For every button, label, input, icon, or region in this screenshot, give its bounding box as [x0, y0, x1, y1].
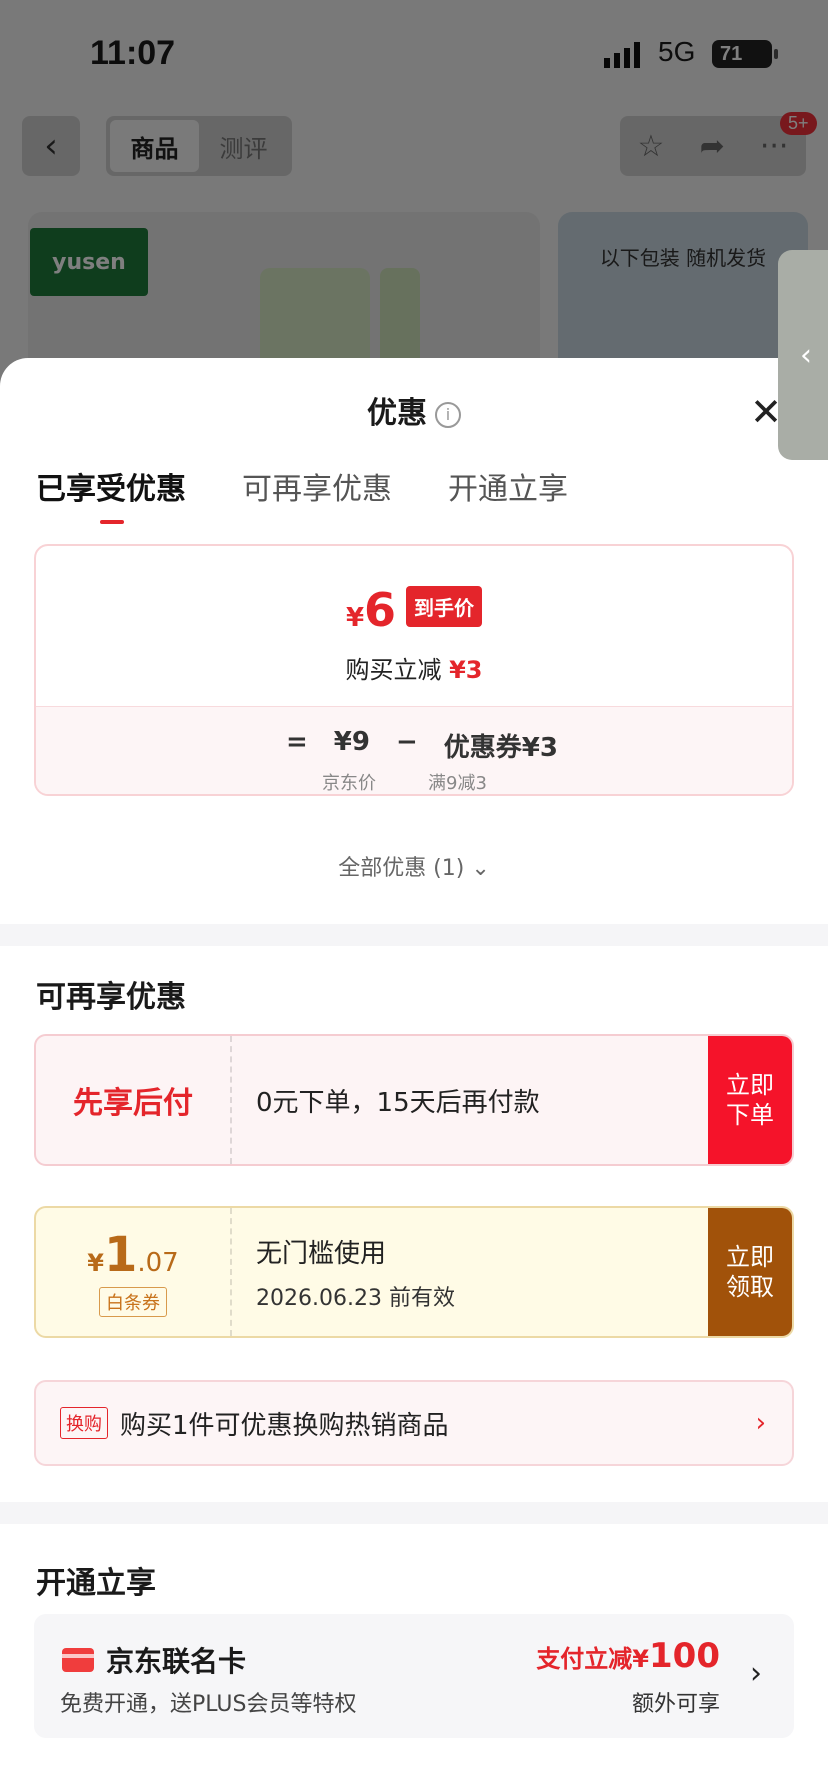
card-desc: 免费开通，送PLUS会员等特权	[60, 1692, 357, 1717]
baitiao-amount: ¥1.07	[87, 1227, 179, 1283]
baitiao-expiry: 2026.06.23 前有效	[256, 1285, 455, 1311]
jd-price-label: 京东价	[322, 773, 376, 794]
pay-later-title: 先享后付	[36, 1036, 232, 1164]
section-divider	[0, 924, 828, 946]
background-page: 11:07 5G 71 ‹ 商品 测评 ☆ ➦ ··· 5+ yusen 以下包…	[0, 0, 828, 412]
card-extra: 额外可享	[631, 1692, 720, 1717]
pay-later-desc: 0元下单，15天后再付款	[256, 1087, 540, 1118]
sheet-title-text: 优惠	[367, 396, 427, 431]
all-discounts-link[interactable]: 全部优惠 (1) ⌄	[0, 850, 828, 882]
dim-overlay[interactable]	[0, 0, 828, 400]
info-icon[interactable]: i	[435, 401, 461, 428]
coupon-amount: 优惠券¥3	[443, 733, 558, 763]
chevron-right-icon: ›	[750, 1656, 762, 1691]
claim-now-button[interactable]: 立即 领取	[708, 1208, 792, 1336]
section-title-open: 开通立享	[36, 1566, 156, 1601]
price-breakdown: = ¥9 − 优惠券¥3 京东价 满9减3	[36, 706, 792, 794]
discount-sheet: 优惠 i ✕ 已享受优惠 可再享优惠 开通立享 ¥6 到手价 购买立减 ¥3 = …	[0, 358, 828, 1792]
final-price: ¥6	[345, 583, 397, 637]
tab-more-discounts[interactable]: 可再享优惠	[242, 464, 392, 508]
chevron-down-icon: ⌄	[471, 856, 490, 881]
section-title-more: 可再享优惠	[36, 980, 186, 1015]
price-card: ¥6 到手价 购买立减 ¥3 = ¥9 − 优惠券¥3 京东价 满9减3	[34, 544, 794, 796]
coupon-rule: 满9减3	[428, 773, 487, 794]
tab-open-enjoy[interactable]: 开通立享	[448, 464, 568, 508]
swap-purchase-row[interactable]: 换购 购买1件可优惠换购热销商品 ›	[34, 1380, 794, 1466]
co-branded-card-row[interactable]: 京东联名卡 免费开通，送PLUS会员等特权 支付立减¥100 额外可享 ›	[34, 1614, 794, 1738]
section-divider	[0, 1502, 828, 1524]
baitiao-coupon[interactable]: ¥1.07 白条券 无门槛使用 2026.06.23 前有效 立即 领取	[34, 1206, 794, 1338]
chevron-right-icon: ›	[755, 1408, 766, 1438]
swap-tag: 换购	[60, 1407, 108, 1439]
final-price-tag: 到手价	[406, 586, 483, 627]
card-promo: 支付立减¥100	[536, 1636, 720, 1676]
equals-sign: =	[286, 727, 308, 757]
order-now-button[interactable]: 立即 下单	[708, 1036, 792, 1164]
tab-enjoyed[interactable]: 已享受优惠	[36, 464, 186, 524]
baitiao-condition: 无门槛使用	[256, 1238, 387, 1269]
side-drawer-handle[interactable]: ‹	[778, 250, 828, 460]
baitiao-tag: 白条券	[99, 1287, 167, 1317]
sheet-tabs: 已享受优惠 可再享优惠 开通立享	[36, 464, 568, 524]
credit-card-icon	[62, 1648, 94, 1672]
instant-reduce: 购买立减 ¥3	[345, 656, 483, 684]
minus-sign: −	[395, 727, 418, 757]
sheet-title: 优惠 i	[0, 388, 828, 432]
pay-later-coupon[interactable]: 先享后付 0元下单，15天后再付款 立即 下单	[34, 1034, 794, 1166]
jd-price: ¥9	[333, 727, 370, 757]
swap-text: 购买1件可优惠换购热销商品	[120, 1410, 449, 1441]
chevron-left-icon: ‹	[800, 337, 812, 373]
card-name: 京东联名卡	[106, 1645, 247, 1678]
